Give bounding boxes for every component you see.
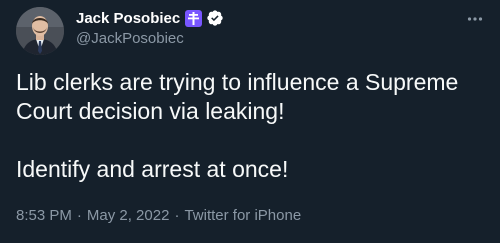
more-dots-icon [467,17,483,21]
author-name-row[interactable]: Jack Posobiec [76,8,224,28]
tweet-card: Jack Posobiec @JackPosobiec Lib clerks a… [0,0,500,243]
cross-badge-icon [185,9,203,27]
avatar[interactable] [16,7,64,55]
meta-separator: · [76,207,82,224]
tweet-text-line: Identify and arrest at once! [16,156,289,182]
verified-badge-icon [206,9,224,27]
author-handle[interactable]: @JackPosobiec [76,30,184,47]
tweet-text-line: Lib clerks are trying to influence a Sup… [16,69,459,124]
more-options-button[interactable] [464,8,486,30]
tweet-text: Lib clerks are trying to influence a Sup… [16,68,486,184]
tweet-source[interactable]: Twitter for iPhone [184,207,301,224]
tweet-meta: 8:53 PM · May 2, 2022 · Twitter for iPho… [16,207,301,224]
author-display-name[interactable]: Jack Posobiec [76,10,180,27]
tweet-time[interactable]: 8:53 PM [16,207,72,224]
tweet-date[interactable]: May 2, 2022 [87,207,170,224]
avatar-image [16,7,64,55]
meta-separator: · [174,207,180,224]
